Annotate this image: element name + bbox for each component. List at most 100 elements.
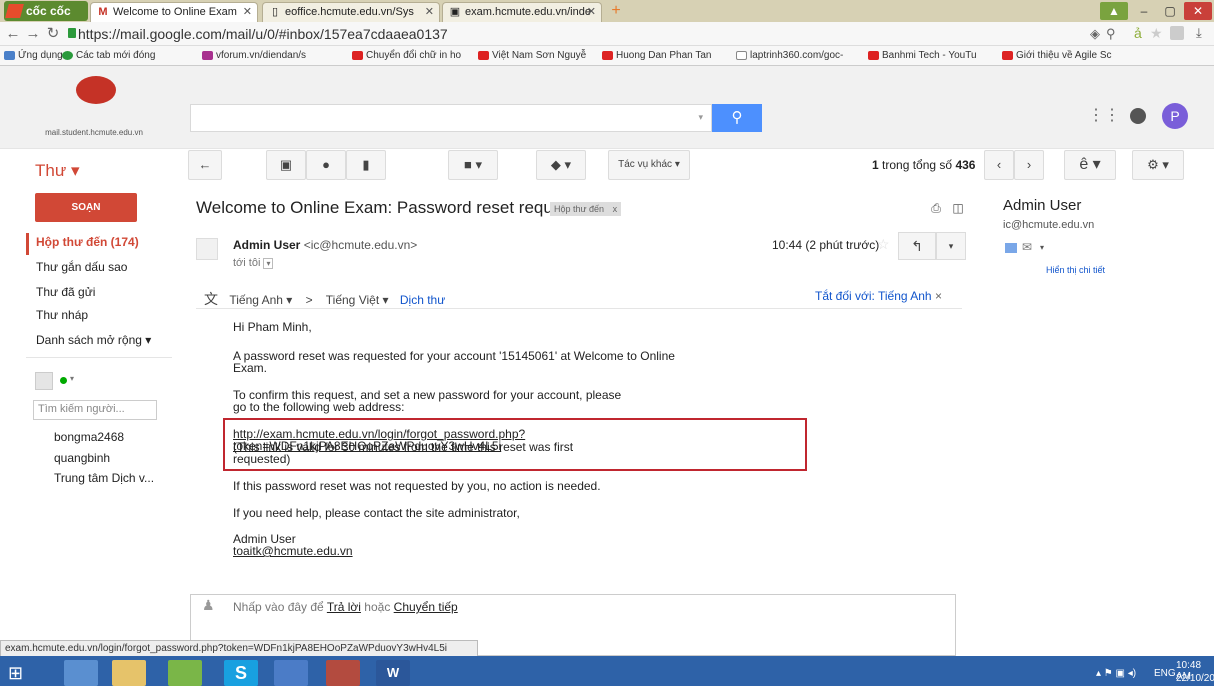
archive-button[interactable]: ▣: [266, 150, 306, 180]
move-to-button[interactable]: ■ ▾: [448, 150, 498, 180]
mail-menu[interactable]: Thư ▾: [35, 161, 79, 181]
windows-start-icon[interactable]: ⊞: [8, 663, 34, 683]
show-details-link[interactable]: Hiển thị chi tiết: [1046, 265, 1105, 275]
reply-button[interactable]: ↰: [898, 232, 936, 260]
body-paragraph: Exam.: [233, 361, 268, 375]
tab-exam[interactable]: ▣ exam.hcmute.edu.vn/inde ✕: [442, 2, 602, 22]
nav-drafts[interactable]: Thư nháp: [36, 308, 88, 322]
input-language[interactable]: ENG: [1154, 668, 1176, 679]
turn-off-translate-text: Tắt đối với: Tiếng Anh: [815, 289, 932, 303]
spam-button[interactable]: ●: [306, 150, 346, 180]
word-icon[interactable]: W: [376, 660, 410, 686]
nav-inbox[interactable]: Hộp thư đến (174): [36, 235, 139, 249]
app-icon[interactable]: [326, 660, 360, 686]
download-icon[interactable]: ⤓: [1196, 25, 1202, 41]
close-icon[interactable]: ✕: [587, 3, 596, 21]
chevron-down-icon[interactable]: ▾: [70, 374, 74, 383]
bookmark-banhmi[interactable]: Banhmi Tech - YouTu: [868, 46, 977, 65]
back-to-inbox-button[interactable]: ←: [188, 150, 222, 180]
account-icon[interactable]: ▲: [1100, 2, 1128, 20]
tab-eoffice[interactable]: ▯ eoffice.hcmute.edu.vn/Sys ✕: [262, 2, 440, 22]
reload-icon[interactable]: ↻: [44, 24, 62, 44]
email-icon[interactable]: ✉: [1022, 240, 1032, 254]
search-options-icon[interactable]: ▾: [698, 112, 703, 123]
star-icon[interactable]: ☆: [877, 236, 890, 253]
compose-button[interactable]: SOẠN: [35, 193, 137, 222]
contact-item[interactable]: bongma2468: [54, 430, 124, 444]
bookmark-youtube-1[interactable]: Chuyển đổi chữ in ho: [352, 46, 461, 65]
notifications-icon[interactable]: [1130, 108, 1146, 124]
show-details-icon[interactable]: ▾: [263, 258, 274, 269]
body-paragraph: If you need help, please contact the sit…: [233, 506, 520, 520]
labels-button[interactable]: ◆ ▾: [536, 150, 586, 180]
skype-icon[interactable]: S: [224, 660, 258, 686]
online-status-icon[interactable]: [60, 377, 67, 384]
contact-item[interactable]: Trung tâm Dịch v...: [54, 471, 154, 485]
nav-sent[interactable]: Thư đã gửi: [36, 285, 95, 299]
bookmark-apps[interactable]: Ứng dụng: [4, 46, 63, 65]
nav-more[interactable]: Danh sách mở rộng ▾: [36, 333, 151, 347]
sender-name[interactable]: Admin User: [233, 238, 300, 252]
close-icon[interactable]: ✕: [425, 3, 434, 21]
chat-avatar[interactable]: [35, 372, 53, 390]
newer-button[interactable]: ‹: [984, 150, 1014, 180]
people-search-input[interactable]: Tìm kiếm người...: [33, 400, 157, 420]
remove-label-icon[interactable]: x: [613, 204, 618, 214]
close-window-icon[interactable]: ✕: [1184, 2, 1212, 20]
contact-item[interactable]: quangbinh: [54, 451, 110, 465]
chevron-down-icon[interactable]: ▾: [1040, 243, 1044, 252]
browser-logo[interactable]: cốc cốc: [4, 1, 88, 21]
url-field[interactable]: https://mail.google.com/mail/u/0/#inbox/…: [78, 25, 448, 43]
bookmark-youtube-3[interactable]: Huong Dan Phan Tan: [602, 46, 711, 65]
mail-search-input[interactable]: ▾: [190, 104, 712, 132]
label-icon: ◆ ▾: [550, 157, 572, 172]
print-icon[interactable]: ⎙: [929, 202, 943, 214]
translate-from-lang[interactable]: Tiếng Anh ▾: [229, 293, 292, 307]
extension-icons[interactable]: ◈⚲: [1090, 26, 1122, 42]
search-button[interactable]: ⚲: [712, 104, 762, 132]
settings-button[interactable]: ⚙ ▾: [1132, 150, 1184, 180]
reply-link[interactable]: Trả lời: [327, 600, 361, 614]
maximize-icon[interactable]: ▢: [1156, 2, 1184, 20]
pager-middle: trong tổng số: [882, 158, 953, 172]
explorer-icon[interactable]: [64, 660, 98, 686]
new-tab-icon[interactable]: +: [606, 3, 626, 20]
clock-date[interactable]: 22/10/2016: [1176, 673, 1214, 684]
new-window-icon[interactable]: ◫: [951, 202, 965, 214]
minimize-icon[interactable]: –: [1130, 2, 1158, 20]
bookmark-recent-tabs[interactable]: Các tab mới đóng: [62, 46, 155, 65]
file-manager-icon[interactable]: [112, 660, 146, 686]
nav-starred[interactable]: Thư gắn dấu sao: [36, 260, 127, 274]
university-logo-icon[interactable]: [76, 76, 116, 104]
delete-button[interactable]: ▮: [346, 150, 386, 180]
close-icon[interactable]: ✕: [243, 3, 252, 21]
tab-gmail[interactable]: M Welcome to Online Exam ✕: [90, 2, 258, 22]
close-icon[interactable]: ×: [935, 289, 942, 303]
forward-icon[interactable]: →: [24, 24, 42, 44]
account-avatar[interactable]: P: [1162, 103, 1188, 129]
inbox-label-chip[interactable]: Hộp thư đến x: [550, 202, 622, 216]
older-button[interactable]: ›: [1014, 150, 1044, 180]
download-extension-icon[interactable]: [1170, 26, 1184, 40]
apps-grid-icon[interactable]: ⋮⋮: [1088, 107, 1120, 125]
coccoc-icon[interactable]: ả: [1134, 25, 1142, 41]
coccoc-taskbar-icon[interactable]: [168, 660, 202, 686]
pager-total: 436: [955, 158, 976, 172]
paint-icon[interactable]: [274, 660, 308, 686]
bookmark-vforum[interactable]: vforum.vn/diendan/s: [202, 46, 306, 65]
star-icon[interactable]: ★: [1150, 25, 1163, 42]
bookmark-laptrinh[interactable]: laptrinh360.com/goc-: [736, 46, 843, 65]
chat-icon[interactable]: [1005, 243, 1017, 253]
translate-to-lang[interactable]: Tiếng Việt ▾: [326, 293, 389, 307]
bookmark-agile[interactable]: Giới thiệu về Agile Sc: [1002, 46, 1112, 65]
translate-message-link[interactable]: Dịch thư: [400, 293, 445, 307]
tray-icons[interactable]: ▴ ⚑ ▣ ◂): [1096, 668, 1136, 679]
more-actions-button[interactable]: Tác vụ khác ▾: [608, 150, 690, 180]
back-icon[interactable]: ←: [4, 24, 22, 44]
more-options-button[interactable]: ▾: [936, 232, 966, 260]
signature-email-link[interactable]: toaitk@hcmute.edu.vn: [233, 545, 693, 557]
bookmark-youtube-2[interactable]: Việt Nam Sơn Nguyễ: [478, 46, 586, 65]
turn-off-translate-link[interactable]: Tắt đối với: Tiếng Anh ×: [815, 289, 942, 303]
forward-link[interactable]: Chuyển tiếp: [394, 600, 458, 614]
input-tools-button[interactable]: ê ▾: [1064, 150, 1116, 180]
